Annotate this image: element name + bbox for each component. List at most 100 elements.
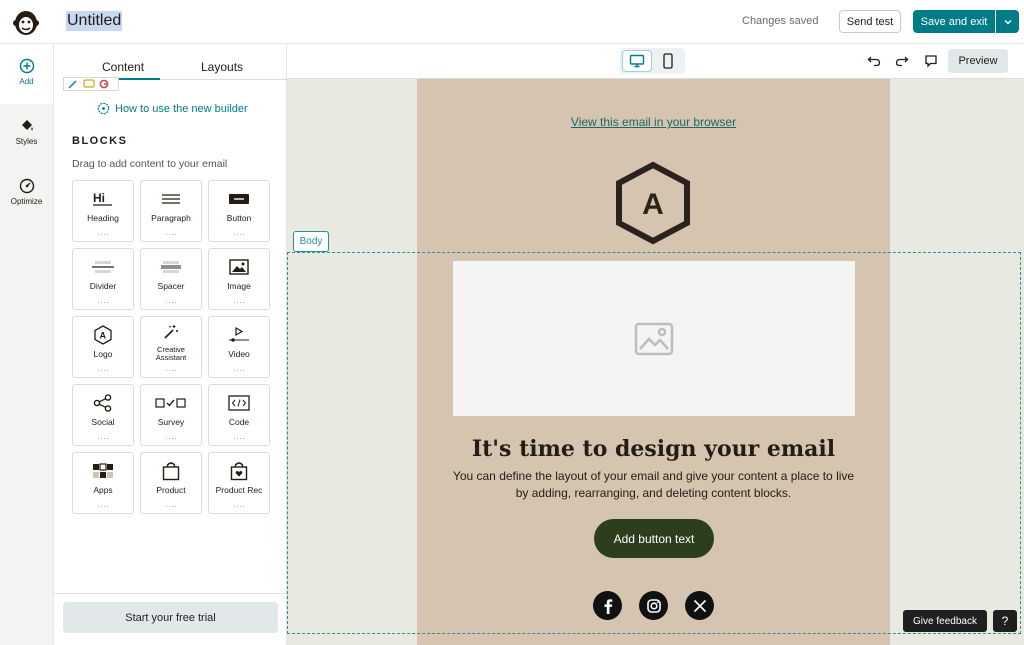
left-rail: Add Styles Optimize <box>0 44 53 645</box>
content-sidebar: Content Layouts How to use the new build… <box>53 44 288 645</box>
body-selection-tag[interactable]: Body <box>293 231 329 252</box>
rail-item-optimize[interactable]: Optimize <box>0 178 53 206</box>
device-toggle <box>620 48 685 74</box>
product-rec-icon <box>230 462 248 481</box>
block-label: Divider <box>89 281 117 291</box>
apps-icon <box>93 463 113 478</box>
preview-button[interactable]: Preview <box>948 49 1008 73</box>
drag-handle[interactable] <box>97 301 109 304</box>
block-paragraph[interactable]: Paragraph <box>140 180 202 242</box>
pencil-icon[interactable] <box>67 79 79 89</box>
heading-icon: Hi <box>93 191 112 206</box>
code-icon <box>228 395 250 411</box>
chat-icon[interactable] <box>83 79 95 89</box>
canvas-toolbar: Preview <box>287 44 1024 78</box>
mailchimp-logo-icon[interactable] <box>11 6 41 38</box>
sidebar-footer: Start your free trial <box>54 593 286 645</box>
drag-handle[interactable] <box>165 505 177 508</box>
help-button[interactable]: ? <box>993 610 1017 632</box>
block-label: Social <box>91 417 115 427</box>
block-code[interactable]: Code <box>208 384 270 446</box>
help-link-text: How to use the new builder <box>115 102 248 115</box>
send-test-button[interactable]: Send test <box>839 10 901 33</box>
block-divider[interactable]: Divider <box>72 248 134 310</box>
hexagon-logo-icon: A <box>616 161 690 245</box>
rail-item-label: Styles <box>15 137 38 146</box>
instagram-social-link[interactable] <box>639 591 668 620</box>
drag-handle[interactable] <box>165 233 177 236</box>
save-and-exit-button[interactable]: Save and exit <box>913 10 995 33</box>
divider-icon <box>92 261 114 273</box>
mobile-view-button[interactable] <box>653 50 683 72</box>
start-free-trial-button[interactable]: Start your free trial <box>63 602 278 633</box>
tab-content[interactable]: Content <box>102 60 144 74</box>
desktop-view-button[interactable] <box>622 50 652 72</box>
redo-button[interactable] <box>893 52 911 70</box>
drag-handle[interactable] <box>97 369 109 372</box>
drag-handle[interactable] <box>233 301 245 304</box>
blocks-heading: BLOCKS <box>72 135 128 147</box>
block-button[interactable]: Button <box>208 180 270 242</box>
facebook-icon <box>604 598 612 614</box>
drag-handle[interactable] <box>97 233 109 236</box>
undo-button[interactable] <box>865 52 883 70</box>
button-icon <box>229 194 249 204</box>
block-label: Logo <box>93 349 113 359</box>
comment-button[interactable] <box>922 52 940 70</box>
svg-text:Hi: Hi <box>93 191 105 205</box>
survey-icon <box>155 398 186 408</box>
block-social[interactable]: Social <box>72 384 134 446</box>
google-icon[interactable] <box>99 79 109 89</box>
block-label: Paragraph <box>151 213 191 223</box>
email-paragraph[interactable]: You can define the layout of your email … <box>447 468 860 502</box>
block-spacer[interactable]: Spacer <box>140 248 202 310</box>
email-body[interactable]: View this email in your browser A It's t… <box>417 79 890 645</box>
block-image[interactable]: Image <box>208 248 270 310</box>
video-icon <box>229 326 249 342</box>
top-bar: Untitled Changes saved Send test Save an… <box>0 0 1024 44</box>
block-label: Image <box>227 281 251 291</box>
facebook-social-link[interactable] <box>593 591 622 620</box>
email-heading[interactable]: It's time to design your email <box>417 436 890 462</box>
block-survey[interactable]: Survey <box>140 384 202 446</box>
block-apps[interactable]: Apps <box>72 452 134 514</box>
block-logo[interactable]: A Logo <box>72 316 134 378</box>
magic-wand-icon <box>164 325 178 339</box>
drag-handle[interactable] <box>233 505 245 508</box>
rail-item-styles[interactable]: Styles <box>0 118 53 146</box>
document-title[interactable]: Untitled <box>66 11 123 31</box>
tab-layouts[interactable]: Layouts <box>201 60 243 74</box>
give-feedback-button[interactable]: Give feedback <box>903 610 987 632</box>
drag-handle[interactable] <box>97 505 109 508</box>
block-video[interactable]: Video <box>208 316 270 378</box>
x-social-link[interactable] <box>685 591 714 620</box>
block-label: Product <box>156 485 186 495</box>
email-logo[interactable]: A <box>615 161 691 245</box>
sidebar-tabs: Content Layouts <box>63 54 288 91</box>
save-options-dropdown[interactable] <box>996 10 1019 33</box>
rail-item-add[interactable]: Add <box>0 58 53 86</box>
drag-handle[interactable] <box>165 437 177 440</box>
view-in-browser-link[interactable]: View this email in your browser <box>417 115 890 129</box>
drag-handle[interactable] <box>97 437 109 440</box>
email-canvas: View this email in your browser A It's t… <box>287 78 1024 645</box>
block-product-rec[interactable]: Product Rec <box>208 452 270 514</box>
image-icon <box>229 259 249 275</box>
block-label: Spacer <box>157 281 185 291</box>
undo-icon <box>867 56 881 67</box>
block-creative-assistant[interactable]: Creative Assistant <box>140 316 202 378</box>
block-product[interactable]: Product <box>140 452 202 514</box>
image-placeholder[interactable] <box>453 261 855 416</box>
block-label: Video <box>228 349 250 359</box>
drag-handle[interactable] <box>233 437 245 440</box>
block-heading[interactable]: Hi Heading <box>72 180 134 242</box>
chevron-down-icon <box>1004 19 1011 24</box>
drag-handle[interactable] <box>233 233 245 236</box>
desktop-icon <box>629 54 645 68</box>
email-cta-button[interactable]: Add button text <box>594 519 714 558</box>
drag-handle[interactable] <box>233 369 245 372</box>
drag-handle[interactable] <box>165 301 177 304</box>
drag-handle[interactable] <box>165 369 177 372</box>
help-builder-link[interactable]: How to use the new builder <box>97 102 248 115</box>
shopping-bag-icon <box>162 462 180 481</box>
